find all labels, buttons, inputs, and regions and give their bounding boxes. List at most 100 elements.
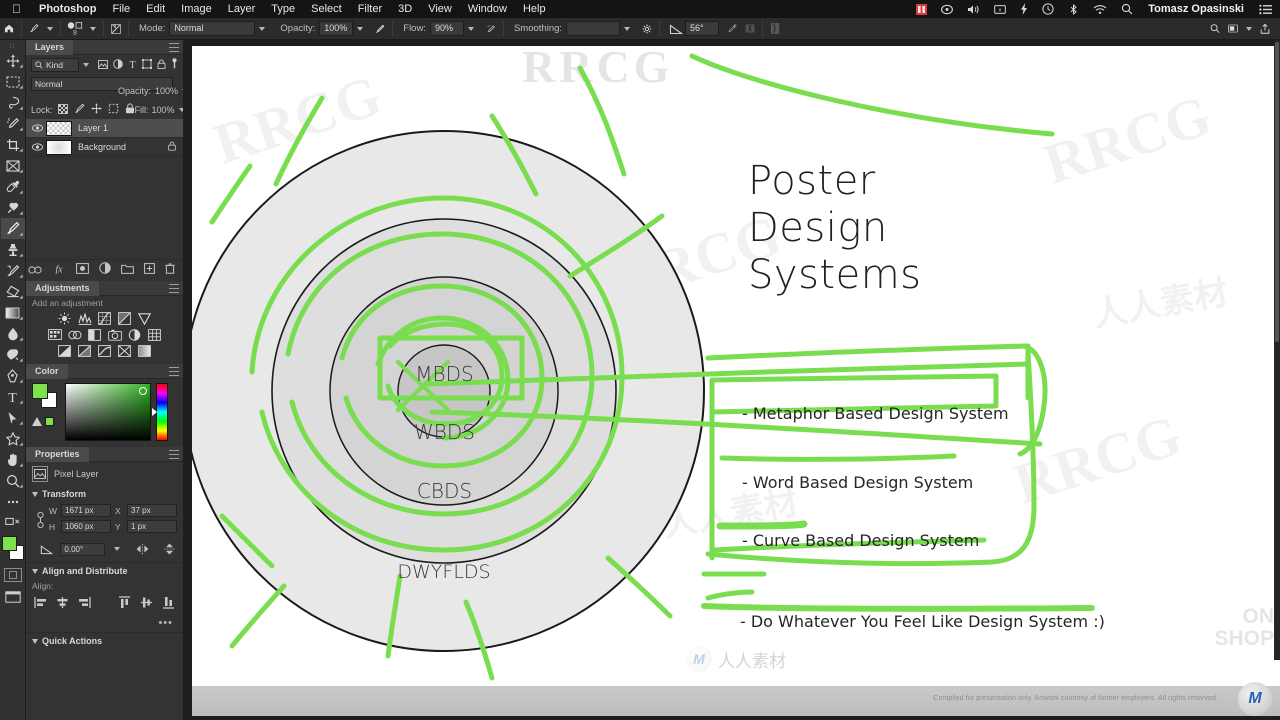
layer-name[interactable]: Layer 1 [78,123,183,133]
artboard-lock-icon[interactable] [108,101,119,119]
menu-item-image[interactable]: Image [173,3,220,15]
path-selection-tool[interactable] [1,407,25,428]
gamut-warning-icon[interactable] [32,417,42,426]
transform-section-header[interactable]: Transform [26,486,183,502]
control-center-icon[interactable] [1252,4,1280,15]
gradient-tool[interactable] [1,302,25,323]
position-lock-icon[interactable] [91,101,102,119]
hue-saturation-icon[interactable] [47,328,62,341]
share-icon[interactable] [1256,18,1274,40]
gamut-substitute-swatch[interactable] [45,417,54,426]
brush-panel-icon[interactable] [107,18,125,40]
gradient-map-icon[interactable] [117,344,132,357]
pen-tool[interactable] [1,365,25,386]
scrollbar-thumb[interactable] [1275,42,1279,342]
menu-item-help[interactable]: Help [515,3,554,15]
chevron-down-icon[interactable] [47,26,53,31]
rectangular-marquee-tool[interactable] [1,71,25,92]
mode-select[interactable]: Normal [169,21,256,36]
layer-filter-kind-select[interactable]: Kind [31,57,79,72]
hand-tool[interactable] [1,449,25,470]
layer-thumbnail[interactable] [46,120,72,136]
more-options-icon[interactable]: ••• [26,617,183,632]
transparency-lock-icon[interactable] [57,101,68,119]
chevron-down-icon[interactable] [114,547,121,551]
color-balance-icon[interactable] [67,328,82,341]
link-aspect-icon[interactable] [36,510,45,530]
layer-mask-icon[interactable] [76,261,89,279]
width-input[interactable]: 1671 px [61,504,111,517]
search-icon[interactable] [1206,18,1224,40]
menu-item-select[interactable]: Select [303,3,350,15]
chevron-down-icon[interactable] [83,62,89,67]
panel-menu-icon[interactable] [169,284,179,293]
exposure-icon[interactable] [117,312,132,325]
chevron-down-icon[interactable] [357,26,364,31]
chevron-down-icon[interactable] [1246,26,1252,31]
menu-item-view[interactable]: View [420,3,460,15]
document-canvas-area[interactable]: RRCG RRCG RRCG RRCG RRCG RRCG 人人素材 人人素材 … [184,40,1280,720]
properties-panel-tab[interactable]: Properties [26,446,89,462]
shape-tool[interactable] [1,428,25,449]
threshold-icon[interactable] [97,344,112,357]
selective-color-icon[interactable] [137,344,152,357]
channel-mixer-icon[interactable] [127,328,142,341]
bluetooth-icon[interactable] [1061,3,1086,15]
lasso-tool[interactable] [1,92,25,113]
menu-item-file[interactable]: File [104,3,138,15]
adjustment-filter-icon[interactable] [113,56,123,74]
black-white-icon[interactable] [87,328,102,341]
panel-menu-icon[interactable] [169,43,179,52]
panel-menu-icon[interactable] [169,367,179,376]
chevron-down-icon[interactable] [32,491,38,497]
image-lock-icon[interactable] [74,101,85,119]
photo-filter-icon[interactable] [107,328,122,341]
dropbox-icon[interactable] [934,4,960,15]
spot-healing-brush-tool[interactable] [1,197,25,218]
smoothing-input[interactable] [566,21,621,36]
wifi-icon[interactable] [1086,4,1114,15]
edit-toolbar-button[interactable] [1,491,25,512]
color-lookup-icon[interactable] [147,328,162,341]
delete-layer-icon[interactable] [165,261,175,279]
panel-menu-icon[interactable] [169,450,179,459]
clone-stamp-tool[interactable] [1,239,25,260]
search-icon[interactable] [1114,3,1140,15]
angle-input[interactable]: 0.00° [60,542,106,556]
invert-icon[interactable] [57,344,72,357]
screen-mode-cycle-icon[interactable] [1,586,25,607]
menu-user-name[interactable]: Tomasz Opasinski [1140,3,1252,15]
history-brush-tool[interactable] [1,260,25,281]
drag-grip-icon[interactable]: ∷ [10,43,15,50]
color-panel-tab[interactable]: Color [26,363,68,379]
new-layer-icon[interactable] [144,261,155,279]
menu-item-filter[interactable]: Filter [350,3,390,15]
menu-item-photoshop[interactable]: Photoshop [31,3,104,15]
flip-vertical-icon[interactable] [161,540,178,558]
foreground-color-swatch[interactable] [1,536,17,551]
posterize-icon[interactable] [77,344,92,357]
document-page[interactable]: RRCG RRCG RRCG RRCG RRCG RRCG 人人素材 人人素材 … [192,46,1280,686]
new-group-icon[interactable] [121,261,134,279]
flip-horizontal-icon[interactable] [134,540,151,558]
eyedropper-tool[interactable] [1,176,25,197]
screen-icon[interactable]: x [987,4,1013,15]
layer-row-layer-1[interactable]: Layer 1 [26,119,183,138]
menu-item-3d[interactable]: 3D [390,3,420,15]
align-top-icon[interactable] [118,596,131,614]
chevron-down-icon[interactable] [90,26,96,31]
align-bottom-icon[interactable] [162,596,175,614]
quick-mask-icon[interactable] [3,568,22,582]
layer-row-background[interactable]: Background [26,138,183,157]
flow-input[interactable]: 90% [429,21,464,36]
menu-item-layer[interactable]: Layer [220,3,264,15]
chevron-down-icon[interactable] [259,26,266,31]
menu-item-type[interactable]: Type [263,3,303,15]
pixel-filter-icon[interactable] [98,56,108,74]
gear-icon[interactable] [638,18,656,40]
angle-input[interactable]: 56° [685,21,720,36]
align-left-icon[interactable] [34,596,47,614]
menu-item-edit[interactable]: Edit [138,3,173,15]
curves-icon[interactable] [97,312,112,325]
levels-icon[interactable] [77,312,92,325]
